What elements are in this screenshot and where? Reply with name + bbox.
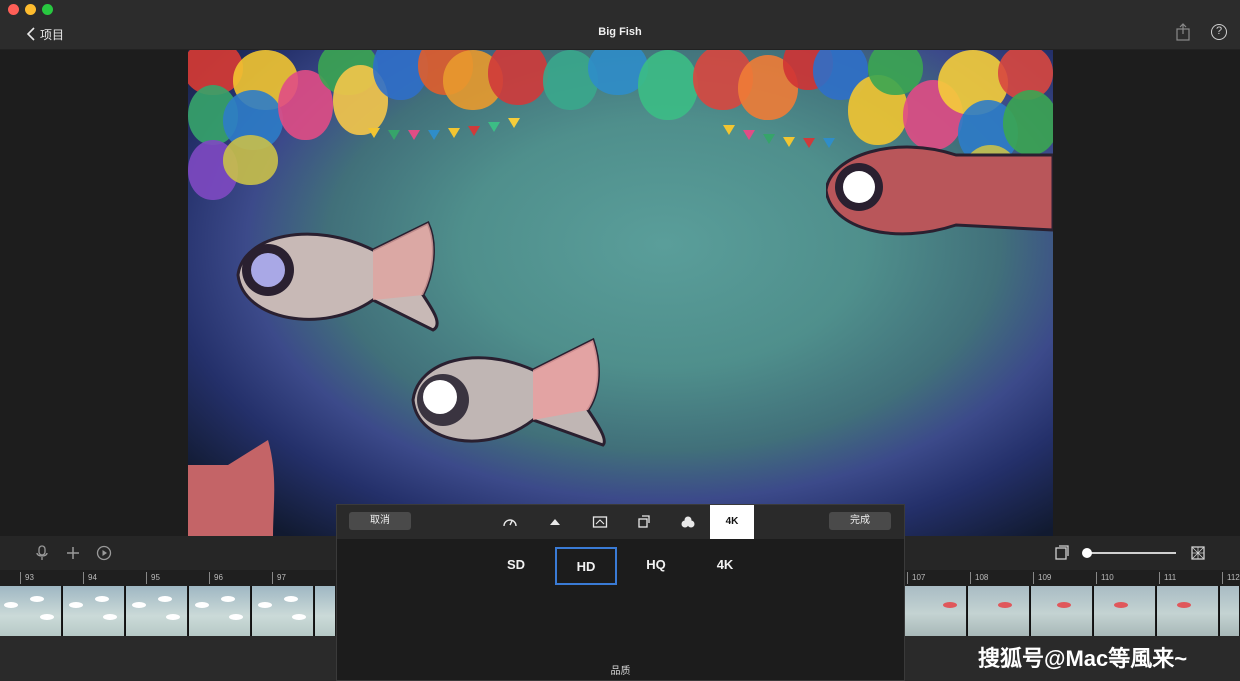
fit-timeline-icon[interactable]: [1190, 545, 1206, 561]
clip-thumbnail[interactable]: [1031, 586, 1093, 636]
speed-icon[interactable]: [501, 513, 519, 531]
bunting-flag: [368, 128, 380, 138]
ruler-tick: 107: [907, 572, 925, 584]
clip-thumbnail[interactable]: [315, 586, 336, 636]
bunting-flag: [468, 126, 480, 136]
zoom-slider-track[interactable]: [1086, 552, 1176, 554]
crop-icon[interactable]: [635, 513, 653, 531]
fish-illustration: [411, 337, 606, 447]
clip-thumbnail[interactable]: [63, 586, 125, 636]
bunting-flag: [508, 118, 520, 128]
tab-4k-active[interactable]: 4K: [710, 505, 754, 539]
balloon: [638, 50, 698, 120]
video-viewer: [0, 50, 1240, 536]
play-circle-icon[interactable]: [96, 545, 112, 561]
bunting-flag: [743, 130, 755, 140]
microphone-icon[interactable]: [34, 545, 50, 561]
clip-thumbnail[interactable]: [1157, 586, 1219, 636]
ruler-tick: 96: [209, 572, 223, 584]
cancel-button[interactable]: 取消: [349, 512, 411, 530]
bunting-flag: [488, 122, 500, 132]
clip-thumbnail[interactable]: [0, 586, 62, 636]
quality-option-hd[interactable]: HD: [555, 547, 617, 585]
video-frame: [188, 50, 1053, 536]
share-settings-panel: 取消 4K 完成 SD HD HQ 4K 品质: [336, 504, 905, 681]
clip-thumbnail[interactable]: [126, 586, 188, 636]
plus-icon[interactable]: [65, 545, 81, 561]
aspect-ratio-icon[interactable]: [591, 513, 609, 531]
ruler-tick: 108: [970, 572, 988, 584]
share-icon[interactable]: [1175, 23, 1191, 41]
bunting-flag: [388, 130, 400, 140]
done-button[interactable]: 完成: [829, 512, 891, 530]
bunting-flag: [723, 125, 735, 135]
app-window: 项目 Big Fish ? 93 94 95 96 97 107 108 109…: [0, 0, 1240, 681]
bunting-flag: [763, 134, 775, 144]
bunting-flag: [428, 130, 440, 140]
minimize-window-button[interactable]: [25, 4, 36, 15]
bunting-flag: [408, 130, 420, 140]
clip-thumbnail[interactable]: [905, 586, 967, 636]
quality-option-sd[interactable]: SD: [485, 547, 547, 585]
triangle-up-icon[interactable]: [546, 513, 564, 531]
ruler-tick: 97: [272, 572, 286, 584]
zoom-slider-knob[interactable]: [1082, 548, 1092, 558]
balloon: [488, 50, 548, 105]
fish-illustration: [236, 220, 439, 332]
color-filter-icon[interactable]: [679, 513, 697, 531]
fish-illustration: [826, 145, 1053, 236]
clip-view-icon[interactable]: [1054, 545, 1070, 561]
title-bar: 项目 Big Fish ?: [0, 0, 1240, 50]
ruler-tick: 111: [1159, 572, 1176, 584]
bunting-flag: [803, 138, 815, 148]
zoom-window-button[interactable]: [42, 4, 53, 15]
ruler-tick: 95: [146, 572, 160, 584]
quality-section-label: 品质: [610, 666, 631, 677]
bunting-flag: [783, 137, 795, 147]
help-icon[interactable]: ?: [1211, 24, 1227, 40]
fish-illustration: [188, 440, 275, 536]
balloon: [223, 135, 278, 185]
quality-option-hq[interactable]: HQ: [625, 547, 687, 585]
clip-thumbnail[interactable]: [252, 586, 314, 636]
bunting-flag: [448, 128, 460, 138]
quality-option-4k[interactable]: 4K: [694, 547, 756, 585]
ruler-tick: 110: [1096, 572, 1114, 584]
watermark-text: 搜狐号@Mac等風来~: [978, 646, 1188, 671]
clip-thumbnail[interactable]: [968, 586, 1030, 636]
ruler-tick: 109: [1033, 572, 1051, 584]
clip-thumbnail[interactable]: [1094, 586, 1156, 636]
clip-thumbnail[interactable]: [189, 586, 251, 636]
clip-thumbnail[interactable]: [1220, 586, 1240, 636]
ruler-tick: 94: [83, 572, 97, 584]
panel-toolbar: 取消 4K 完成: [337, 505, 904, 539]
close-window-button[interactable]: [8, 4, 19, 15]
ruler-tick: 112: [1222, 572, 1240, 584]
ruler-tick: 93: [20, 572, 34, 584]
window-title: Big Fish: [598, 26, 642, 38]
